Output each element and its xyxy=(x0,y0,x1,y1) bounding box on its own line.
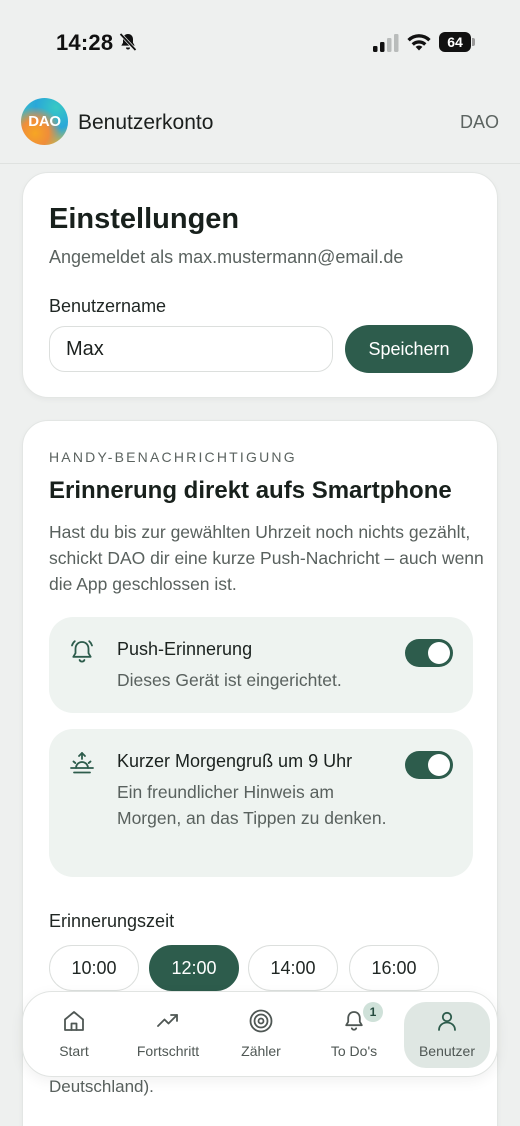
morning-greeting-subtitle: Ein freundlicher Hinweis am Morgen, an d… xyxy=(117,782,387,828)
header-brand-label[interactable]: DAO xyxy=(460,112,499,133)
morning-greeting-option: Kurzer Morgengruß um 9 Uhr Ein freundlic… xyxy=(49,729,473,877)
nav-label-progress: Fortschritt xyxy=(136,1043,200,1059)
dao-logo[interactable]: DAO xyxy=(21,98,68,145)
push-reminder-subtitle: Dieses Gerät ist eingerichtet. xyxy=(117,670,342,690)
time-chip-1000[interactable]: 10:00 xyxy=(49,945,139,991)
settings-card: Einstellungen Angemeldet als max.musterm… xyxy=(22,172,498,398)
app-header: DAO Benutzerkonto DAO xyxy=(0,86,520,164)
target-icon xyxy=(249,1009,273,1033)
page-title: Benutzerkonto xyxy=(78,111,214,134)
username-label: Benutzername xyxy=(49,296,167,316)
battery-indicator: 64 xyxy=(439,32,475,52)
username-input[interactable] xyxy=(49,326,333,372)
time-chip-1600[interactable]: 16:00 xyxy=(349,945,439,991)
morning-greeting-toggle[interactable] xyxy=(405,751,453,779)
toggle-knob xyxy=(428,642,450,664)
nav-counter[interactable]: Zähler xyxy=(218,1002,304,1068)
nav-label-start: Start xyxy=(59,1043,89,1059)
push-reminder-option: Push-Erinnerung Dieses Gerät ist eingeri… xyxy=(49,617,473,713)
user-icon xyxy=(438,1011,456,1031)
signal-icon xyxy=(373,34,399,52)
signed-in-text: Angemeldet als max.mustermann@email.de xyxy=(49,247,404,267)
todo-count-badge: 1 xyxy=(363,1002,383,1022)
silent-bell-icon xyxy=(119,32,137,52)
battery-cap xyxy=(472,38,475,46)
time-chip-1400[interactable]: 14:00 xyxy=(248,945,338,991)
push-reminder-title: Push-Erinnerung xyxy=(117,639,253,659)
reminder-footnote: Deutschland). xyxy=(49,1077,154,1096)
time-chip-1200[interactable]: 12:00 xyxy=(149,945,239,991)
nav-label-user: Benutzer xyxy=(418,1043,476,1059)
nav-user[interactable]: Benutzer xyxy=(404,1002,490,1068)
settings-title: Einstellungen xyxy=(49,203,240,235)
notification-eyebrow: HANDY-BENACHRICHTIGUNG xyxy=(49,449,297,465)
nav-label-counter: Zähler xyxy=(241,1043,281,1059)
battery-level: 64 xyxy=(439,32,471,52)
wifi-icon xyxy=(407,34,431,51)
save-button[interactable]: Speichern xyxy=(345,325,473,373)
reminder-time-label: Erinnerungszeit xyxy=(49,911,175,931)
status-time: 14:28 xyxy=(56,30,114,55)
bottom-navigation: Start Fortschritt Zähler 1 To Do's Benut… xyxy=(22,991,498,1077)
push-reminder-toggle[interactable] xyxy=(405,639,453,667)
bell-ring-icon xyxy=(71,640,93,663)
toggle-knob xyxy=(428,754,450,776)
nav-progress[interactable]: Fortschritt xyxy=(125,1002,211,1068)
notification-description: Hast du bis zur gewählten Uhrzeit noch n… xyxy=(49,522,484,594)
nav-start[interactable]: Start xyxy=(31,1002,117,1068)
screen: 14:28 64 DAO Benutzerkonto DAO Einstellu… xyxy=(0,0,520,1126)
trend-up-icon xyxy=(157,1014,178,1027)
notification-heading: Erinnerung direkt aufs Smartphone xyxy=(49,477,452,504)
home-icon xyxy=(64,1011,84,1031)
morning-greeting-title: Kurzer Morgengruß um 9 Uhr xyxy=(117,751,353,771)
nav-todos[interactable]: 1 To Do's xyxy=(311,1002,397,1068)
nav-label-todos: To Do's xyxy=(330,1043,378,1059)
sunrise-icon xyxy=(70,752,94,774)
status-bar: 14:28 64 xyxy=(0,0,520,86)
